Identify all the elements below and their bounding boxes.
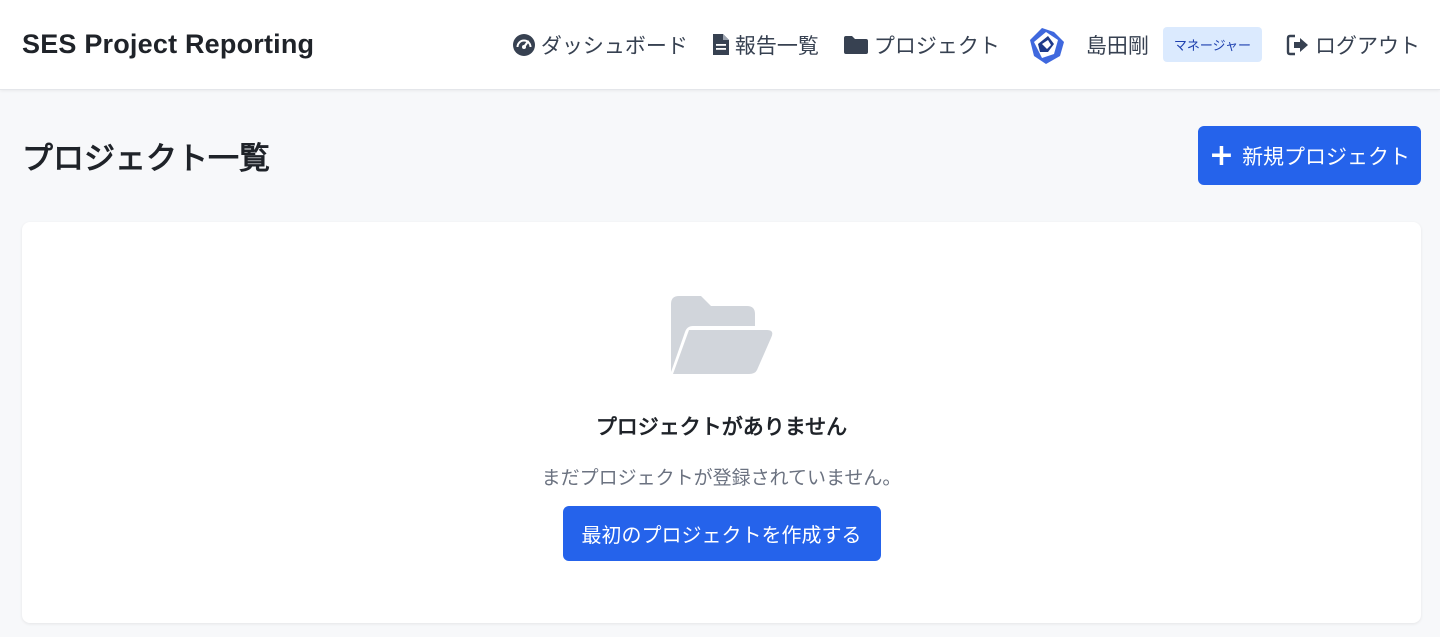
nav-projects[interactable]: プロジェクト — [843, 30, 1000, 60]
empty-state-title: プロジェクトがありません — [595, 415, 848, 439]
role-badge: マネージャー — [1162, 27, 1262, 62]
top-navbar: SES Project Reporting ダッシュボード 報告一覧 プロジェク… — [0, 0, 1440, 90]
page-title: プロジェクト一覧 — [22, 141, 270, 177]
nav-dashboard-label: ダッシュボード — [540, 33, 688, 58]
empty-state-description: まだプロジェクトが登録されていません。 — [541, 467, 902, 489]
new-project-label: 新規プロジェクト — [1242, 144, 1411, 169]
main-content: プロジェクト一覧 + 新規プロジェクト プロジェクトがありません まだプロジェク… — [0, 90, 1440, 623]
create-first-project-button[interactable]: 最初のプロジェクトを作成する — [562, 506, 881, 561]
logout-label: ログアウト — [1315, 33, 1420, 58]
plus-icon: + — [1208, 137, 1235, 173]
app-brand[interactable]: SES Project Reporting — [22, 29, 314, 60]
new-project-button[interactable]: + 新規プロジェクト — [1198, 126, 1421, 185]
page-header: プロジェクト一覧 + 新規プロジェクト — [22, 126, 1421, 185]
logout-link[interactable]: ログアウト — [1286, 30, 1420, 60]
user-name: 島田剛 — [1085, 33, 1149, 58]
nav-dashboard[interactable]: ダッシュボード — [512, 30, 688, 60]
nav-reports-label: 報告一覧 — [734, 33, 819, 58]
folder-icon — [843, 35, 868, 54]
file-icon — [712, 34, 729, 55]
empty-state-card: プロジェクトがありません まだプロジェクトが登録されていません。 最初のプロジェ… — [22, 222, 1421, 623]
user-menu[interactable]: 島田剛 マネージャー — [1023, 21, 1262, 68]
avatar[interactable] — [1023, 21, 1070, 68]
nav-reports[interactable]: 報告一覧 — [712, 30, 819, 60]
folder-open-icon — [670, 296, 772, 374]
nav-projects-label: プロジェクト — [873, 33, 1000, 58]
main-nav: ダッシュボード 報告一覧 プロジェクト 島田剛 マネージャー ログアウト — [512, 21, 1420, 68]
tachometer-icon — [512, 33, 535, 56]
sign-out-icon — [1286, 34, 1308, 55]
